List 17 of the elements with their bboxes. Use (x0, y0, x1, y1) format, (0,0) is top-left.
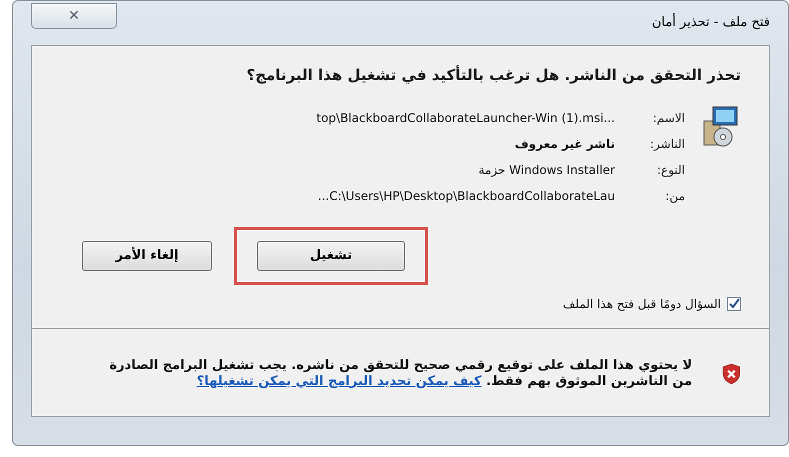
field-label: الناشر: (649, 136, 685, 152)
window-title: فتح ملف - تحذير أمان (652, 13, 770, 32)
field-value: top\BlackboardCollaborateLauncher-Win (1).msi... (316, 110, 615, 126)
close-button[interactable]: ✕ (31, 3, 117, 29)
field-label: من: (664, 188, 685, 204)
checkbox[interactable] (727, 296, 741, 310)
checkbox-label[interactable]: السؤال دومًا قبل فتح هذا الملف (562, 294, 721, 312)
field-value: حزمة Windows Installer (478, 162, 615, 178)
help-link[interactable]: كيف يمكن تحديد البرامج التي يمكن تشغيلها؟ (196, 374, 482, 388)
run-button[interactable]: تشغيل (257, 240, 405, 270)
warning-heading: تحذر التحقق من الناشر. هل ترغب بالتأكيد في تشغيل هذا البرنامج؟ (246, 64, 741, 86)
warning-message: لا يحتوي هذا الملف على توقيع رقمي صحيح للتحقق من ناشره. يجب تشغيل البرامج الصادرة من الناشرين الموثوق بهم فقط. كيف يمكن تحديد البرامج التي يمكن تشغيلها؟ (108, 358, 692, 390)
field-label: النوع: (656, 162, 685, 178)
cancel-button[interactable]: إلغاء الأمر (82, 240, 212, 270)
field-value: ...C:\Users\HP\Desktop\BlackboardCollaborateLau (318, 188, 615, 204)
field-label: الاسم: (652, 110, 685, 126)
field-value: ناشر غير معروف (514, 136, 615, 152)
